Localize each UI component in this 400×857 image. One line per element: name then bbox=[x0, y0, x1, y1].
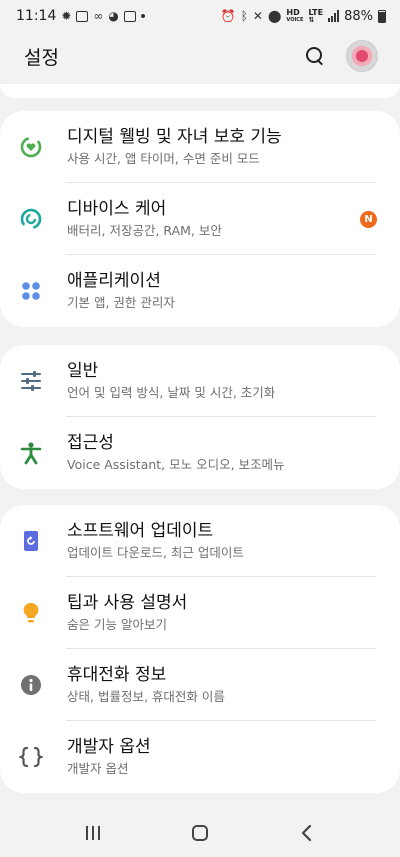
hd-voice-indicator: HD VOICE bbox=[286, 8, 304, 24]
item-subtitle: 사용 시간, 앱 타이머, 수면 준비 모드 bbox=[67, 151, 260, 166]
item-title: 디지털 웰빙 및 자녀 보호 기능 bbox=[67, 127, 282, 147]
item-title: 디바이스 케어 bbox=[67, 199, 167, 219]
battery-icon bbox=[378, 9, 386, 23]
settings-item-accessibility[interactable]: 접근성 Voice Assistant, 모노 오디오, 보조메뉴 bbox=[0, 417, 400, 489]
settings-group-3: 소프트웨어 업데이트 업데이트 다운로드, 최근 업데이트 팁과 사용 설명서 … bbox=[0, 505, 400, 793]
item-title: 소프트웨어 업데이트 bbox=[67, 521, 214, 541]
item-text: 팁과 사용 설명서 숨은 기능 알아보기 bbox=[67, 591, 360, 634]
lte-indicator: LTE ⇅ bbox=[308, 9, 323, 24]
item-title: 접근성 bbox=[67, 433, 114, 453]
item-title: 휴대전화 정보 bbox=[67, 665, 167, 685]
settings-item-developer-options[interactable]: 개발자 옵션 개발자 옵션 bbox=[0, 721, 400, 793]
more-notifications-icon bbox=[140, 14, 145, 18]
general-sliders-icon bbox=[19, 369, 43, 393]
developer-braces-icon bbox=[19, 745, 43, 769]
gallery-notification-icon bbox=[76, 10, 89, 22]
item-text: 일반 언어 및 입력 방식, 날짜 및 시간, 초기화 bbox=[67, 359, 360, 402]
item-subtitle: 숨은 기능 알아보기 bbox=[67, 617, 167, 632]
item-subtitle: 개발자 옵션 bbox=[67, 761, 129, 776]
status-bar: 11:14 ✹ ∞ ◕ ⏰ ᛒ ✕ ⬤ HD VOICE LTE ⇅ 88% bbox=[0, 0, 400, 32]
search-icon[interactable] bbox=[304, 45, 326, 67]
app-notification-icon bbox=[123, 10, 136, 22]
item-text: 개발자 옵션 개발자 옵션 bbox=[67, 735, 360, 778]
link-notification-icon: ∞ bbox=[93, 9, 104, 23]
new-badge: N bbox=[360, 211, 377, 228]
voice-label: VOICE bbox=[286, 17, 304, 23]
home-icon bbox=[191, 825, 208, 841]
page-title: 설정 bbox=[24, 46, 59, 69]
item-title: 애플리케이션 bbox=[67, 271, 161, 291]
info-icon bbox=[19, 673, 43, 697]
software-update-icon bbox=[19, 529, 43, 553]
avatar[interactable] bbox=[346, 40, 378, 72]
location-icon: ⬤ bbox=[267, 9, 282, 23]
settings-item-software-update[interactable]: 소프트웨어 업데이트 업데이트 다운로드, 최근 업데이트 bbox=[0, 505, 400, 577]
header: 설정 bbox=[0, 32, 400, 80]
navigation-bar bbox=[0, 809, 400, 857]
settings-group-2: 일반 언어 및 입력 방식, 날짜 및 시간, 초기화 접근성 Voice As… bbox=[0, 345, 400, 489]
settings-item-phone-info[interactable]: 휴대전화 정보 상태, 법률정보, 휴대전화 이름 bbox=[0, 649, 400, 721]
item-title: 팁과 사용 설명서 bbox=[67, 593, 188, 613]
settings-item-tips[interactable]: 팁과 사용 설명서 숨은 기능 알아보기 bbox=[0, 577, 400, 649]
item-text: 소프트웨어 업데이트 업데이트 다운로드, 최근 업데이트 bbox=[67, 519, 360, 562]
status-right: ⏰ ᛒ ✕ ⬤ HD VOICE LTE ⇅ 88% bbox=[221, 9, 386, 24]
back-button[interactable] bbox=[287, 813, 327, 853]
item-title: 일반 bbox=[67, 361, 99, 381]
item-text: 애플리케이션 기본 앱, 권한 관리자 bbox=[67, 269, 360, 312]
battery-percent: 88% bbox=[344, 8, 373, 24]
digital-wellbeing-icon bbox=[19, 135, 43, 159]
settings-group-1: 디지털 웰빙 및 자녀 보호 기능 사용 시간, 앱 타이머, 수면 준비 모드… bbox=[0, 111, 400, 327]
previous-card-edge bbox=[0, 84, 400, 98]
back-icon bbox=[301, 824, 311, 842]
mute-icon: ✕ bbox=[252, 9, 263, 23]
bluetooth-icon: ᛒ bbox=[240, 9, 248, 23]
status-time: 11:14 bbox=[16, 8, 57, 24]
item-subtitle: 기본 앱, 권한 관리자 bbox=[67, 295, 175, 310]
settings-item-applications[interactable]: 애플리케이션 기본 앱, 권한 관리자 bbox=[0, 255, 400, 327]
settings-gear-notification-icon: ✹ bbox=[61, 9, 72, 23]
header-actions bbox=[304, 40, 378, 72]
messenger-notification-icon: ◕ bbox=[108, 9, 119, 23]
alarm-icon: ⏰ bbox=[220, 9, 236, 23]
item-text: 디지털 웰빙 및 자녀 보호 기능 사용 시간, 앱 타이머, 수면 준비 모드 bbox=[67, 125, 360, 168]
item-title: 개발자 옵션 bbox=[67, 737, 151, 757]
settings-item-device-care[interactable]: 디바이스 케어 배터리, 저장공간, RAM, 보안 N bbox=[0, 183, 400, 255]
item-subtitle: 배터리, 저장공간, RAM, 보안 bbox=[67, 223, 222, 238]
home-button[interactable] bbox=[180, 813, 220, 853]
recent-apps-button[interactable] bbox=[73, 813, 113, 853]
device-care-icon bbox=[19, 207, 43, 231]
recent-apps-icon bbox=[86, 826, 101, 840]
settings-item-general[interactable]: 일반 언어 및 입력 방식, 날짜 및 시간, 초기화 bbox=[0, 345, 400, 417]
apps-icon bbox=[19, 279, 43, 303]
item-subtitle: 상태, 법률정보, 휴대전화 이름 bbox=[67, 689, 225, 704]
settings-item-digital-wellbeing[interactable]: 디지털 웰빙 및 자녀 보호 기능 사용 시간, 앱 타이머, 수면 준비 모드 bbox=[0, 111, 400, 183]
data-arrows-icon: ⇅ bbox=[308, 16, 315, 24]
item-subtitle: 언어 및 입력 방식, 날짜 및 시간, 초기화 bbox=[67, 385, 276, 400]
status-left: 11:14 ✹ ∞ ◕ bbox=[16, 8, 145, 24]
signal-strength-icon bbox=[328, 10, 340, 22]
item-subtitle: Voice Assistant, 모노 오디오, 보조메뉴 bbox=[67, 457, 285, 472]
item-text: 휴대전화 정보 상태, 법률정보, 휴대전화 이름 bbox=[67, 663, 360, 706]
hd-label: HD bbox=[286, 8, 300, 17]
item-text: 접근성 Voice Assistant, 모노 오디오, 보조메뉴 bbox=[67, 431, 360, 474]
item-text: 디바이스 케어 배터리, 저장공간, RAM, 보안 bbox=[67, 197, 360, 240]
lightbulb-icon bbox=[19, 601, 43, 625]
accessibility-icon bbox=[19, 441, 43, 465]
item-subtitle: 업데이트 다운로드, 최근 업데이트 bbox=[67, 545, 244, 560]
